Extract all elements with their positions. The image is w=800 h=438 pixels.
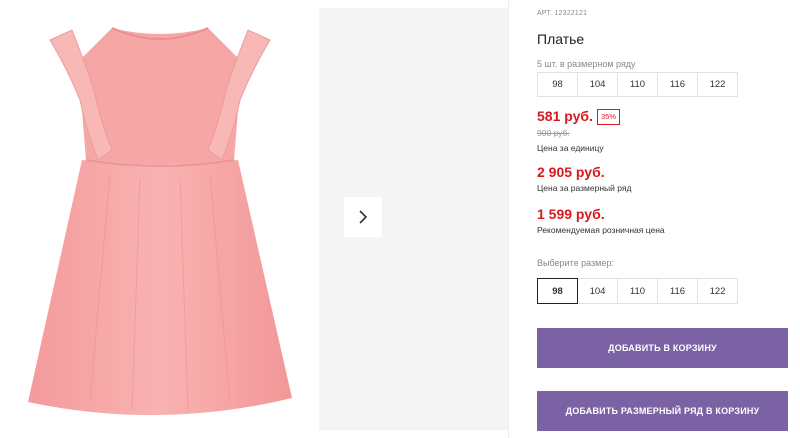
unit-price: 581 руб. (537, 108, 593, 124)
product-image-main[interactable] (0, 0, 319, 438)
series-size-116: 116 (657, 72, 698, 97)
size-option-104[interactable]: 104 (577, 278, 618, 304)
series-size-list: 98 104 110 116 122 (537, 72, 738, 97)
series-note: 5 шт. в размерном ряду (537, 59, 636, 69)
product-title: Платье (537, 31, 585, 47)
retail-price: 1 599 руб. (537, 206, 605, 222)
series-price-caption: Цена за размерный ряд (537, 183, 632, 193)
gallery-next-button[interactable] (344, 197, 382, 237)
discount-badge: 35% (597, 109, 621, 125)
size-picker: 98 104 110 116 122 (537, 278, 738, 304)
unit-price-caption: Цена за единицу (537, 143, 604, 153)
old-price: 900 руб. (537, 128, 570, 138)
add-to-cart-button[interactable]: ДОБАВИТЬ В КОРЗИНУ (537, 328, 788, 368)
size-option-122[interactable]: 122 (697, 278, 738, 304)
size-option-116[interactable]: 116 (657, 278, 698, 304)
dress-image (28, 27, 292, 416)
size-option-110[interactable]: 110 (617, 278, 658, 304)
series-size-98: 98 (537, 72, 578, 97)
add-series-to-cart-button[interactable]: ДОБАВИТЬ РАЗМЕРНЫЙ РЯД В КОРЗИНУ (537, 391, 788, 431)
series-size-110: 110 (617, 72, 658, 97)
article-number: АРТ. 12322121 (537, 10, 588, 17)
series-size-122: 122 (697, 72, 738, 97)
size-picker-label: Выберите размер: (537, 258, 614, 268)
column-divider (508, 0, 509, 438)
series-size-104: 104 (577, 72, 618, 97)
series-price: 2 905 руб. (537, 164, 605, 180)
chevron-right-icon (359, 210, 368, 224)
size-option-98[interactable]: 98 (537, 278, 578, 304)
retail-price-caption: Рекомендуемая розничная цена (537, 225, 665, 235)
